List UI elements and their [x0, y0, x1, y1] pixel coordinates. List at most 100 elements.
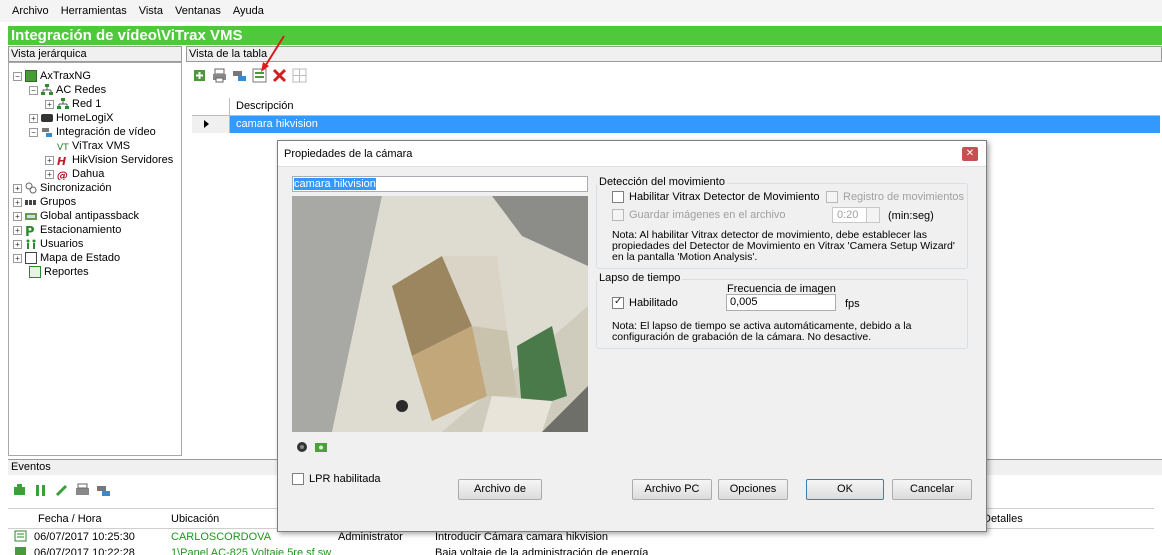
- expand-icon[interactable]: +: [45, 99, 54, 109]
- hikvision-icon: H: [57, 154, 69, 168]
- menu-vista[interactable]: Vista: [139, 5, 163, 17]
- tree-item-global-antipassback[interactable]: + Global antipassback: [13, 209, 139, 223]
- save-images-row[interactable]: Guardar imágenes en el archivo: [612, 209, 786, 221]
- tree-item-grupos[interactable]: + Grupos: [13, 195, 76, 209]
- collapse-icon[interactable]: −: [13, 71, 22, 81]
- column-ubicacion[interactable]: Ubicación: [171, 513, 219, 525]
- row-header-corner: [192, 98, 230, 116]
- motion-note: Nota: Al habilitar Vitrax detector de mo…: [612, 229, 955, 263]
- enable-motion-checkbox[interactable]: [612, 191, 624, 203]
- homelogix-icon: [41, 114, 53, 122]
- print-icon[interactable]: [212, 68, 227, 83]
- options-button[interactable]: Opciones: [718, 479, 788, 500]
- tree-item-hikvision-servidores[interactable]: + H HikVision Servidores: [45, 153, 173, 168]
- tree-item-dahua[interactable]: + @ Dahua: [45, 167, 104, 182]
- tree-item-vitrax-vms[interactable]: VT ViTrax VMS: [57, 139, 130, 153]
- red-arrow-annotation-icon: [261, 35, 285, 72]
- expand-icon[interactable]: +: [45, 169, 54, 179]
- record-icon[interactable]: [296, 441, 308, 456]
- expand-icon[interactable]: +: [13, 239, 22, 249]
- pause-icon[interactable]: [33, 483, 48, 498]
- expand-icon[interactable]: +: [13, 253, 22, 263]
- table-header: Descripción: [192, 98, 1160, 116]
- lpr-label: LPR habilitada: [309, 473, 381, 485]
- filter-icon[interactable]: [12, 483, 27, 498]
- tree-item-reportes[interactable]: Reportes: [29, 265, 89, 279]
- network-icon: [57, 98, 69, 110]
- lpr-checkbox[interactable]: [292, 473, 304, 485]
- svg-text:@: @: [57, 169, 68, 180]
- camera-name-input[interactable]: camara hikvision: [292, 176, 588, 192]
- column-descripcion[interactable]: Descripción: [236, 100, 293, 112]
- network-icon: [41, 84, 53, 96]
- column-detalles[interactable]: Detalles: [983, 513, 1023, 525]
- event-type-icon: [14, 546, 28, 555]
- expand-icon[interactable]: +: [29, 113, 38, 123]
- expand-icon[interactable]: +: [13, 197, 22, 207]
- table-row[interactable]: camara hikvision: [192, 116, 1160, 133]
- page-title: Integración de vídeo\ViTrax VMS: [8, 26, 1162, 45]
- expand-icon[interactable]: +: [45, 155, 54, 165]
- timelapse-enabled-row[interactable]: Habilitado: [612, 296, 678, 309]
- enable-motion-row[interactable]: Habilitar Vitrax Detector de Movimiento: [612, 191, 820, 203]
- camera-properties-dialog: Propiedades de la cámara ✕ camara hikvis…: [277, 140, 987, 532]
- tree-pane-header: Vista jerárquica: [8, 46, 182, 62]
- menu-ayuda[interactable]: Ayuda: [233, 5, 264, 17]
- collapse-icon[interactable]: −: [29, 127, 38, 137]
- tree-item-mapa-de-estado[interactable]: + Mapa de Estado: [13, 251, 120, 265]
- tree-item-estacionamiento[interactable]: + P Estacionamiento: [13, 223, 121, 240]
- fps-unit-label: fps: [845, 298, 860, 310]
- open-camera-icon[interactable]: [232, 68, 247, 83]
- tree-item-red-1[interactable]: + Red 1: [45, 97, 101, 111]
- ok-button[interactable]: OK: [806, 479, 884, 500]
- column-fecha-hora[interactable]: Fecha / Hora: [38, 513, 102, 525]
- expand-icon[interactable]: +: [13, 211, 22, 221]
- table-row[interactable]: 06/07/2017 10:25:30 CARLOSCORDOVA Admini…: [8, 530, 1154, 545]
- archive-pc-button[interactable]: Archivo PC: [632, 479, 712, 500]
- tree-item-ac-redes[interactable]: − AC Redes: [29, 83, 106, 97]
- current-row-icon: [204, 120, 209, 128]
- frame-rate-input[interactable]: 0,005: [726, 294, 836, 311]
- motion-group-title: Detección del movimiento: [597, 176, 727, 188]
- menu-archivo[interactable]: Archivo: [12, 5, 49, 17]
- close-icon[interactable]: ✕: [962, 147, 978, 161]
- tree-item-axtraxng[interactable]: − AxTraxNG: [13, 69, 91, 83]
- clear-icon[interactable]: [54, 483, 69, 498]
- save-images-checkbox[interactable]: [612, 209, 624, 221]
- add-icon[interactable]: [192, 68, 207, 83]
- menu-ventanas[interactable]: Ventanas: [175, 5, 221, 17]
- dahua-icon: @: [57, 168, 69, 182]
- vitrax-icon: VT: [57, 140, 69, 153]
- lpr-checkbox-row[interactable]: LPR habilitada: [292, 473, 381, 485]
- motion-log-row[interactable]: Registro de movimientos: [826, 191, 964, 203]
- map-icon: [25, 252, 37, 264]
- motion-time-stepper[interactable]: 0:20: [832, 207, 880, 223]
- svg-text:VT: VT: [57, 143, 69, 152]
- server-icon: [25, 70, 37, 82]
- collapse-icon[interactable]: −: [29, 85, 38, 95]
- events-toolbar: [12, 483, 111, 498]
- tree-item-usuarios[interactable]: + Usuarios: [13, 237, 83, 251]
- event-print-icon[interactable]: [75, 483, 90, 498]
- event-camera-icon[interactable]: [96, 483, 111, 498]
- video-controls: [296, 441, 328, 456]
- tree-item-integracion-video[interactable]: − Integración de vídeo: [29, 125, 156, 139]
- archive-button[interactable]: Archivo de: [458, 479, 542, 500]
- grid-icon[interactable]: [292, 68, 307, 83]
- tree-item-homelogix[interactable]: + HomeLogiX: [29, 111, 113, 125]
- timelapse-enabled-checkbox[interactable]: [612, 296, 624, 309]
- menu-herramientas[interactable]: Herramientas: [61, 5, 127, 17]
- expand-icon[interactable]: +: [13, 183, 22, 193]
- tree-item-sincronizacion[interactable]: + Sincronización: [13, 181, 112, 195]
- table-row[interactable]: 06/07/2017 10:22:28 1\Panel AC-825 Volta…: [8, 547, 1154, 555]
- time-unit-label: (min:seg): [888, 210, 934, 222]
- sync-icon: [25, 182, 37, 194]
- motion-log-checkbox[interactable]: [826, 191, 838, 203]
- expand-icon[interactable]: +: [13, 225, 22, 235]
- event-description: Baja voltaje de la administración de ene…: [435, 547, 649, 555]
- svg-text:P: P: [25, 225, 35, 236]
- row-selector[interactable]: [192, 116, 230, 133]
- snapshot-icon[interactable]: [314, 441, 328, 456]
- event-time: 06/07/2017 10:25:30: [34, 531, 135, 543]
- cancel-button[interactable]: Cancelar: [892, 479, 972, 500]
